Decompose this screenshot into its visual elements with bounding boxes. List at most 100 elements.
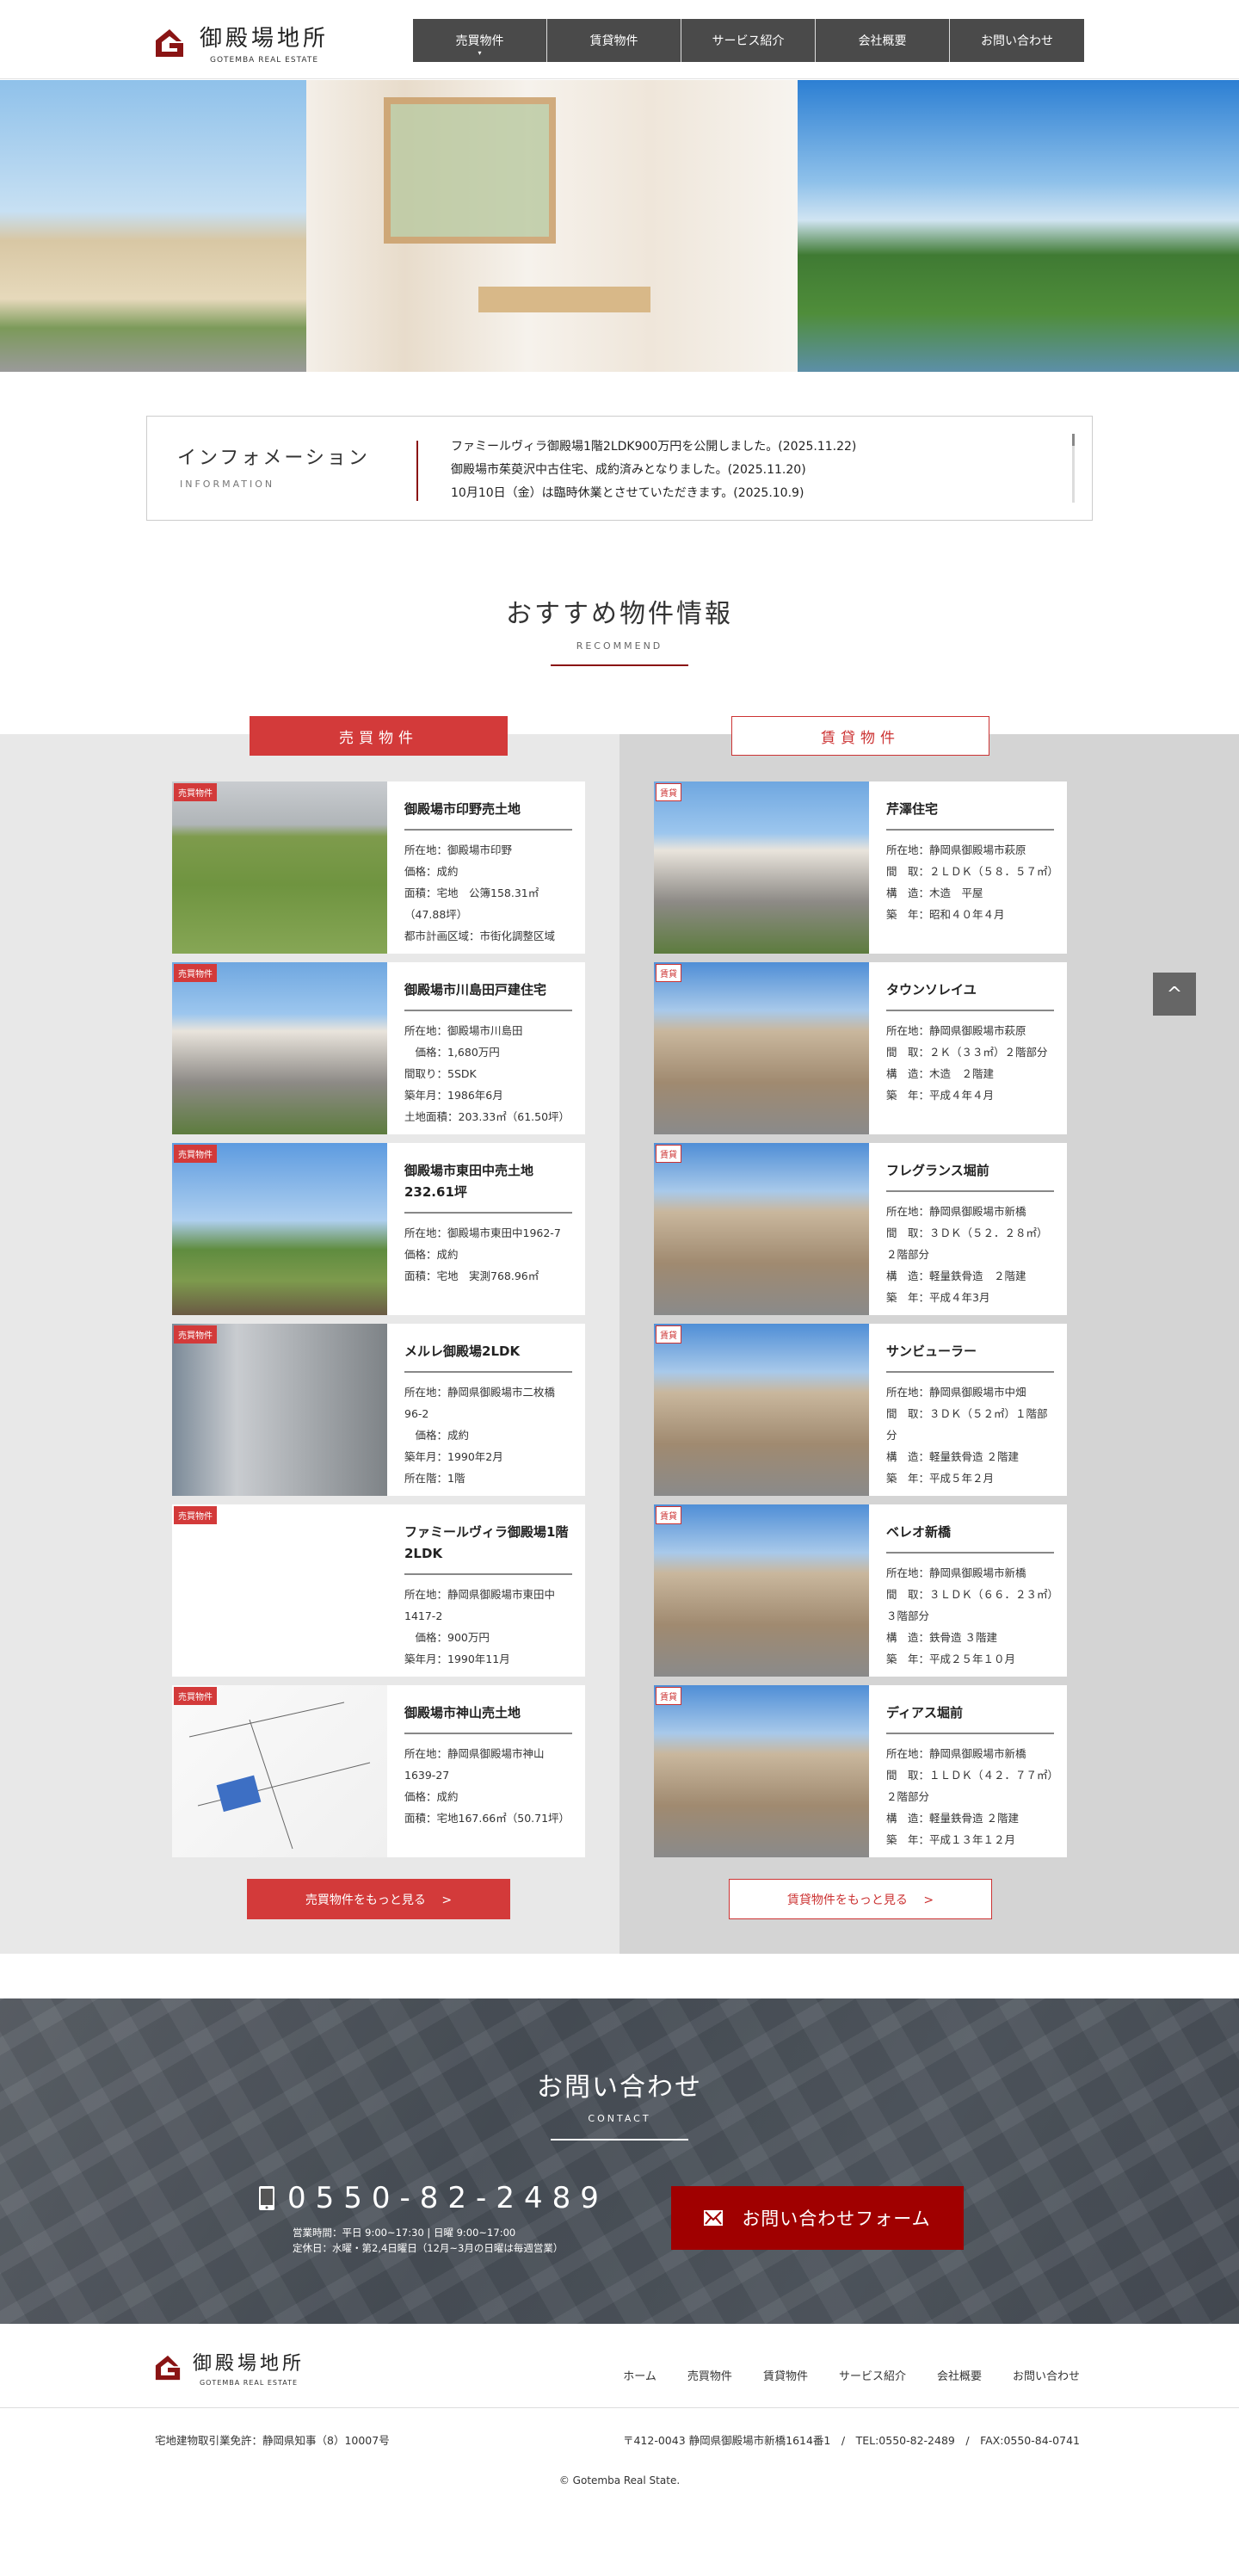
- property-detail: 面積：宅地 実測768.96㎡: [404, 1269, 539, 1282]
- property-photo[interactable]: [172, 1685, 387, 1857]
- rent-badge: 賃貸: [656, 1145, 681, 1163]
- sale-property-card[interactable]: 売買物件 メルレ御殿場2LDK 所在地：静岡県御殿場市二枚橋96-2 価格：成約 築年…: [172, 1324, 585, 1496]
- property-detail: 所在地：静岡県御殿場市新橋: [886, 1205, 1026, 1218]
- tab-sale[interactable]: 売買物件: [250, 716, 508, 756]
- sale-badge: 売買物件: [174, 1687, 217, 1705]
- sale-property-card[interactable]: 売買物件 御殿場市神山売土地 所在地：静岡県御殿場市神山1639-27 価格：成約 面積…: [172, 1685, 585, 1857]
- sale-property-card[interactable]: 売買物件 御殿場市川島田戸建住宅 所在地：御殿場市川島田 価格：1,680万円 間取り…: [172, 962, 585, 1134]
- business-hours: 営業時間：平日 9:00~17:30 | 日曜 9:00~17:00 定休日：水…: [293, 2225, 563, 2256]
- contact-form-button[interactable]: お問い合わせフォーム: [671, 2186, 964, 2250]
- contact-underline: [551, 2139, 688, 2140]
- nav-label: 売買物件: [455, 34, 504, 48]
- property-detail: 構 造：鉄骨造 ３階建: [886, 1631, 997, 1644]
- nav-rent[interactable]: 賃貸物件: [547, 19, 681, 62]
- logo-tagline: GOTEMBA REAL ESTATE: [210, 56, 319, 65]
- info-item[interactable]: ファミールヴィラ御殿場1階2LDK900万円を公開しました。(2025.11.2…: [451, 436, 856, 459]
- property-title[interactable]: 御殿場市印野売土地: [404, 799, 572, 831]
- footer-logo[interactable]: 御殿場地所 GOTEMBA REAL ESTATE: [155, 2348, 305, 2387]
- nav-label: 会社概要: [858, 34, 907, 48]
- footer-link-home[interactable]: ホーム: [623, 2367, 656, 2383]
- contact-section: お問い合わせ CONTACT 0550-82-2489 営業時間：平日 9:00…: [0, 1998, 1239, 2324]
- property-photo[interactable]: [172, 1143, 387, 1315]
- contact-subtitle: CONTACT: [588, 2113, 651, 2124]
- main-nav: 売買物件 ▾ 賃貸物件 サービス紹介 会社概要 お問い合わせ: [413, 19, 1084, 62]
- info-scrollbar[interactable]: [1072, 434, 1075, 503]
- property-title[interactable]: サンビューラー: [886, 1341, 1054, 1373]
- mobile-phone-icon: [259, 2186, 274, 2210]
- property-photo[interactable]: [172, 1504, 387, 1677]
- property-detail: 構 造：木造 平屋: [886, 886, 983, 899]
- property-detail: 所在地：静岡県御殿場市東田中1417-2: [404, 1588, 556, 1622]
- footer-link-sale[interactable]: 売買物件: [687, 2367, 732, 2383]
- more-rent-button[interactable]: 賃貸物件をもっと見る >: [729, 1879, 992, 1919]
- property-title[interactable]: ベレオ新橋: [886, 1522, 1054, 1554]
- phone-number[interactable]: 0550-82-2489: [258, 2181, 608, 2215]
- property-detail: 築 年：平成１３年１２月: [886, 1833, 1016, 1846]
- property-title[interactable]: 御殿場市川島田戸建住宅: [404, 979, 572, 1011]
- property-title[interactable]: メルレ御殿場2LDK: [404, 1341, 572, 1373]
- sale-property-card[interactable]: 売買物件 御殿場市印野売土地 所在地：御殿場市印野 価格：成約 面積：宅地 公簿158.…: [172, 781, 585, 954]
- footer-divider: [0, 2407, 1239, 2408]
- footer-logo-name: 御殿場地所: [193, 2353, 305, 2375]
- sale-badge: 売買物件: [174, 964, 217, 982]
- property-title[interactable]: フレグランス堀前: [886, 1160, 1054, 1192]
- more-sale-button[interactable]: 売買物件をもっと見る >: [247, 1879, 510, 1919]
- property-title[interactable]: 御殿場市東田中売土地232.61坪: [404, 1160, 572, 1214]
- sale-badge: 売買物件: [174, 1506, 217, 1524]
- property-detail: 構 造：木造 ２階建: [886, 1067, 995, 1080]
- land-map-image: [188, 1702, 371, 1850]
- logo[interactable]: 御殿場地所 GOTEMBA REAL ESTATE: [155, 21, 329, 65]
- property-title[interactable]: ディアス堀前: [886, 1702, 1054, 1734]
- footer-link-contact[interactable]: お問い合わせ: [1013, 2367, 1080, 2383]
- property-detail: 間 取：２ＬＤＫ（５８．５７㎡）: [886, 865, 1054, 878]
- rent-property-card[interactable]: 賃貸 サンビューラー 所在地：静岡県御殿場市中畑間 取：３ＤＫ（５２㎡）１階部分構 …: [654, 1324, 1067, 1496]
- nav-services[interactable]: サービス紹介: [681, 19, 816, 62]
- sale-property-card[interactable]: 売買物件ファミールヴィラ御殿場1階2LDK 所在地：静岡県御殿場市東田中1417-…: [172, 1504, 585, 1677]
- nav-sale[interactable]: 売買物件 ▾: [413, 19, 547, 62]
- rent-badge: 賃貸: [656, 1506, 681, 1524]
- rent-property-card[interactable]: 賃貸フレグランス堀前所在地：静岡県御殿場市新橋間 取：３ＤＫ（５２．２８㎡）２階…: [654, 1143, 1067, 1315]
- property-photo[interactable]: [654, 962, 869, 1134]
- property-title[interactable]: 御殿場市神山売土地: [404, 1702, 572, 1734]
- property-photo[interactable]: [172, 962, 387, 1134]
- property-photo[interactable]: [654, 1324, 869, 1496]
- property-photo[interactable]: [654, 781, 869, 954]
- sale-property-card[interactable]: 売買物件 御殿場市東田中売土地232.61坪 所在地：御殿場市東田中1962-7 価格…: [172, 1143, 585, 1315]
- info-subtitle: INFORMATION: [180, 479, 275, 490]
- property-detail: 間 取：３ＤＫ（５２．２８㎡）２階部分: [886, 1226, 1048, 1261]
- site-header: 御殿場地所 GOTEMBA REAL ESTATE 売買物件 ▾ 賃貸物件 サービ…: [0, 0, 1239, 79]
- property-title[interactable]: 芹澤住宅: [886, 799, 1054, 831]
- property-detail: 築 年：昭和４０年４月: [886, 908, 1005, 921]
- property-detail: 所在地：静岡県御殿場市萩原: [886, 1024, 1026, 1037]
- property-title[interactable]: タウンソレイユ: [886, 979, 1054, 1011]
- rent-property-card[interactable]: 賃貸 ベレオ新橋 所在地：静岡県御殿場市新橋間 取：３ＬＤＫ（６６．２３㎡）３階部分…: [654, 1504, 1067, 1677]
- back-to-top-button[interactable]: ^: [1153, 973, 1196, 1016]
- rent-property-card[interactable]: 賃貸 タウンソレイユ 所在地：静岡県御殿場市萩原間 取：２Ｋ（３３㎡）２階部分構 造…: [654, 962, 1067, 1134]
- rent-property-card[interactable]: 賃貸 ディアス堀前 所在地：静岡県御殿場市新橋間 取：１ＬＤＫ（４２．７７㎡）２階部…: [654, 1685, 1067, 1857]
- property-photo[interactable]: [654, 1685, 869, 1857]
- info-item[interactable]: 御殿場市茱萸沢中古住宅、成約済みとなりました。(2025.11.20): [451, 459, 856, 482]
- property-detail: 所在地：静岡県御殿場市神山1639-27: [404, 1747, 545, 1782]
- property-photo[interactable]: [654, 1504, 869, 1677]
- property-photo[interactable]: [654, 1143, 869, 1315]
- property-detail: 価格：成約: [404, 1248, 459, 1261]
- rent-property-card[interactable]: 賃貸 芹澤住宅 所在地：静岡県御殿場市萩原間 取：２ＬＤＫ（５８．５７㎡） 構 造：木…: [654, 781, 1067, 954]
- rent-badge: 賃貸: [656, 964, 681, 982]
- nav-contact[interactable]: お問い合わせ: [950, 19, 1084, 62]
- holiday-text: 定休日：水曜・第2,4日曜日（12月~3月の日曜は毎週営業）: [293, 2242, 564, 2254]
- hero-image-houses: [0, 80, 306, 372]
- logo-house-icon: [155, 2355, 181, 2380]
- info-title: インフォメーション: [177, 448, 370, 469]
- form-button-label: お問い合わせフォーム: [742, 2208, 931, 2229]
- tab-rent[interactable]: 賃貸物件: [731, 716, 989, 756]
- info-item[interactable]: 10月10日（金）は臨時休業とさせていただきます。(2025.10.9): [451, 482, 856, 505]
- footer-link-rent[interactable]: 賃貸物件: [763, 2367, 808, 2383]
- property-photo[interactable]: [172, 781, 387, 954]
- property-photo[interactable]: [172, 1324, 387, 1496]
- property-detail: 所在地：御殿場市東田中1962-7: [404, 1226, 561, 1239]
- nav-company[interactable]: 会社概要: [816, 19, 950, 62]
- footer-link-company[interactable]: 会社概要: [937, 2367, 982, 2383]
- footer-link-services[interactable]: サービス紹介: [839, 2367, 906, 2383]
- property-detail: 構 造：軽量鉄骨造 ２階建: [886, 1812, 1019, 1825]
- property-title[interactable]: ファミールヴィラ御殿場1階2LDK: [404, 1522, 572, 1575]
